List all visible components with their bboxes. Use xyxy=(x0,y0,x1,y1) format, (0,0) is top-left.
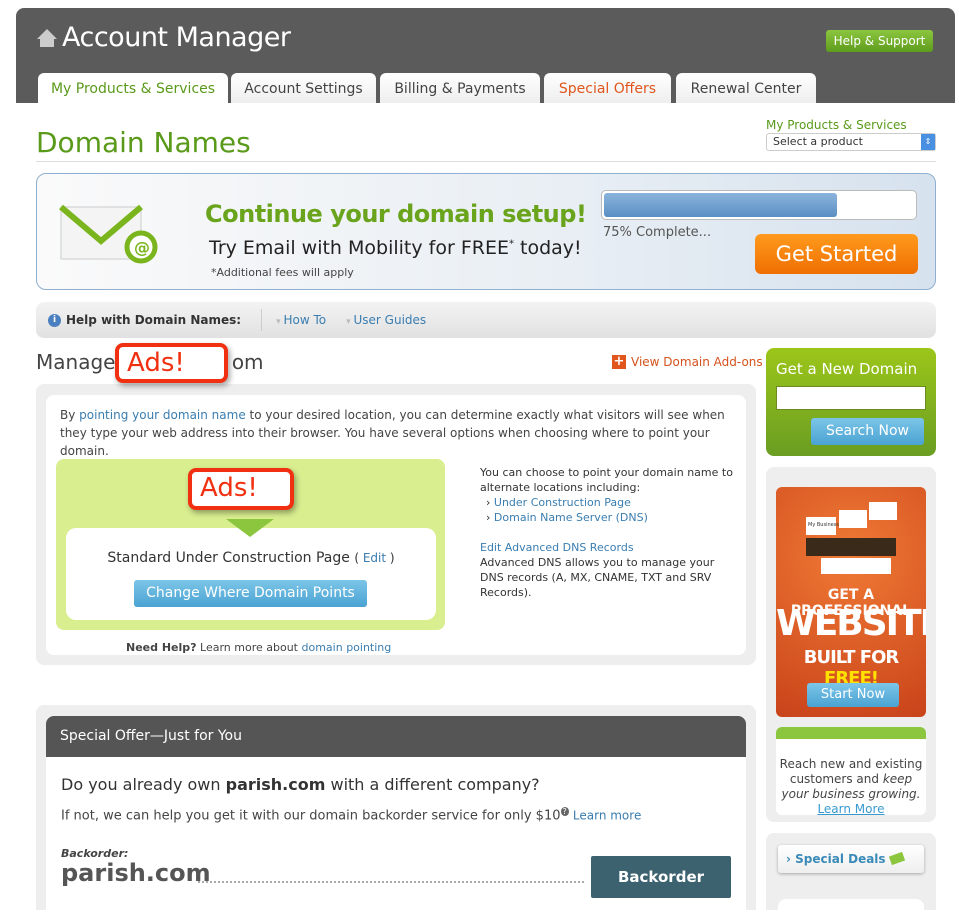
dns-link[interactable]: Domain Name Server (DNS) xyxy=(494,511,648,524)
product-select[interactable]: Select a product ⇕ xyxy=(766,133,936,151)
edit-advanced-dns-link[interactable]: Edit Advanced DNS Records xyxy=(480,541,634,554)
sidebar-card xyxy=(778,899,924,919)
info-icon: i xyxy=(48,313,61,327)
email-envelope-icon: @ xyxy=(59,204,158,264)
help-bar-label: Help with Domain Names: xyxy=(66,313,242,327)
current-pointing: Standard Under Construction Page ( Edit … xyxy=(107,550,395,566)
progress-bar xyxy=(601,190,917,220)
view-addons-text: View Domain Add-ons xyxy=(631,355,763,369)
learn-more-link[interactable]: Learn More xyxy=(817,802,884,816)
page-title: Domain Names xyxy=(36,126,251,159)
pointing-options-intro: You can choose to point your domain name… xyxy=(480,466,733,494)
start-now-button[interactable]: Start Now xyxy=(807,683,899,707)
home-icon xyxy=(37,28,57,47)
banner-subline-text: Try Email with Mobility for FREE xyxy=(209,237,509,259)
q-end: with a different company? xyxy=(325,775,540,794)
sidebar-ads: My Business GET A PROFESSIONAL WEBSITE B… xyxy=(766,467,936,822)
website-ad[interactable]: My Business GET A PROFESSIONAL WEBSITE B… xyxy=(776,487,926,717)
new-domain-title: Get a New Domain xyxy=(776,360,918,378)
backorder-button[interactable]: Backorder xyxy=(591,856,731,898)
change-where-domain-points-button[interactable]: Change Where Domain Points xyxy=(134,580,367,607)
product-select-label: My Products & Services xyxy=(766,118,907,132)
divider xyxy=(36,161,936,162)
pointing-options: You can choose to point your domain name… xyxy=(480,465,740,600)
q-start: Do you already own xyxy=(61,775,226,794)
offer-description: If not, we can help you get it with our … xyxy=(61,807,641,823)
help-support-button[interactable]: Help & Support xyxy=(826,30,933,52)
help-icon[interactable]: ? xyxy=(560,807,569,816)
app-title-text: Account Manager xyxy=(62,22,291,53)
special-offer-header: Special Offer—Just for You xyxy=(46,716,746,757)
need-help: Need Help? Learn more about domain point… xyxy=(126,641,391,654)
intro-text: By pointing your domain name to your des… xyxy=(60,406,740,460)
app-title: Account Manager xyxy=(36,22,291,53)
pointer-arrow xyxy=(226,519,274,537)
banner-subline-end: today! xyxy=(513,237,582,259)
manage-heading-start: Manage xyxy=(36,350,122,374)
view-addons-link[interactable]: + View Domain Add-ons xyxy=(612,355,763,369)
tab-account-settings[interactable]: Account Settings xyxy=(231,73,376,103)
special-deals-box: › Special Deals xyxy=(766,833,936,919)
product-select-value: Select a product xyxy=(773,135,863,148)
dotted-leader xyxy=(198,881,584,883)
ad-line3a: BUILT FOR xyxy=(803,647,900,668)
special-offer-panel: Special Offer—Just for You Do you alread… xyxy=(36,705,756,910)
ads-overlay: Ads! xyxy=(188,468,294,510)
pointing-link[interactable]: pointing your domain name xyxy=(79,408,246,422)
special-deals-label: Special Deals xyxy=(795,852,886,866)
need-help-bold: Need Help? xyxy=(126,641,197,654)
help-bar: i Help with Domain Names: How To User Gu… xyxy=(36,302,936,338)
how-to-link[interactable]: How To xyxy=(276,313,326,327)
user-guides-link[interactable]: User Guides xyxy=(346,313,427,327)
svg-text:@: @ xyxy=(134,238,150,257)
domain-search-input[interactable] xyxy=(776,386,926,410)
manage-panel: By pointing your domain name to your des… xyxy=(36,384,756,665)
new-domain-box: Get a New Domain Search Now xyxy=(766,348,936,456)
advanced-dns-text: Advanced DNS allows you to manage your D… xyxy=(480,556,715,599)
plus-icon: + xyxy=(612,354,626,369)
divider xyxy=(261,309,263,331)
website-thumbnails-image: My Business xyxy=(806,502,897,574)
learn-more-link[interactable]: Learn more xyxy=(573,808,641,822)
thumb-label: My Business xyxy=(808,522,839,528)
tab-billing[interactable]: Billing & Payments xyxy=(380,73,540,103)
manage-panel-inner: By pointing your domain name to your des… xyxy=(46,395,746,655)
intro-start: By xyxy=(60,408,80,422)
ad-line2: WEBSITE xyxy=(776,603,926,644)
money-icon xyxy=(888,851,905,866)
ads-overlay: Ads! xyxy=(115,343,228,383)
banner-subline: Try Email with Mobility for FREE* today! xyxy=(209,237,582,259)
domain-pointing-link[interactable]: domain pointing xyxy=(302,641,392,654)
search-now-button[interactable]: Search Now xyxy=(811,418,924,445)
progress-fill xyxy=(604,193,837,217)
tab-special-offers[interactable]: Special Offers xyxy=(544,73,671,103)
banner-footnote: *Additional fees will apply xyxy=(211,266,354,279)
select-arrows-icon: ⇕ xyxy=(921,134,935,150)
special-deals-button[interactable]: › Special Deals xyxy=(778,845,924,873)
tab-my-products[interactable]: My Products & Services xyxy=(38,73,228,103)
special-offer-body: Do you already own parish.com with a dif… xyxy=(46,757,746,910)
offer-question: Do you already own parish.com with a dif… xyxy=(61,775,540,794)
progress-text: 75% Complete... xyxy=(603,225,712,240)
manage-heading-end: om xyxy=(231,350,264,374)
offer-text: If not, we can help you get it with our … xyxy=(61,808,561,824)
q-domain: parish.com xyxy=(225,775,326,794)
edit-link[interactable]: Edit xyxy=(363,551,386,565)
need-help-text: Learn more about xyxy=(196,641,302,654)
chevron-right-icon: › xyxy=(786,852,796,866)
tab-renewal-center[interactable]: Renewal Center xyxy=(676,73,816,103)
get-started-button[interactable]: Get Started xyxy=(755,234,918,274)
backorder-domain: parish.com xyxy=(61,859,211,887)
current-pointing-card: Standard Under Construction Page ( Edit … xyxy=(66,528,436,620)
reach-customers-ad: Reach new and existing customers and kee… xyxy=(776,727,926,816)
setup-banner: @ Continue your domain setup! Try Email … xyxy=(36,173,936,290)
current-pointing-text: Standard Under Construction Page xyxy=(107,550,350,566)
banner-headline: Continue your domain setup! xyxy=(205,200,587,228)
under-construction-link[interactable]: Under Construction Page xyxy=(494,496,631,509)
